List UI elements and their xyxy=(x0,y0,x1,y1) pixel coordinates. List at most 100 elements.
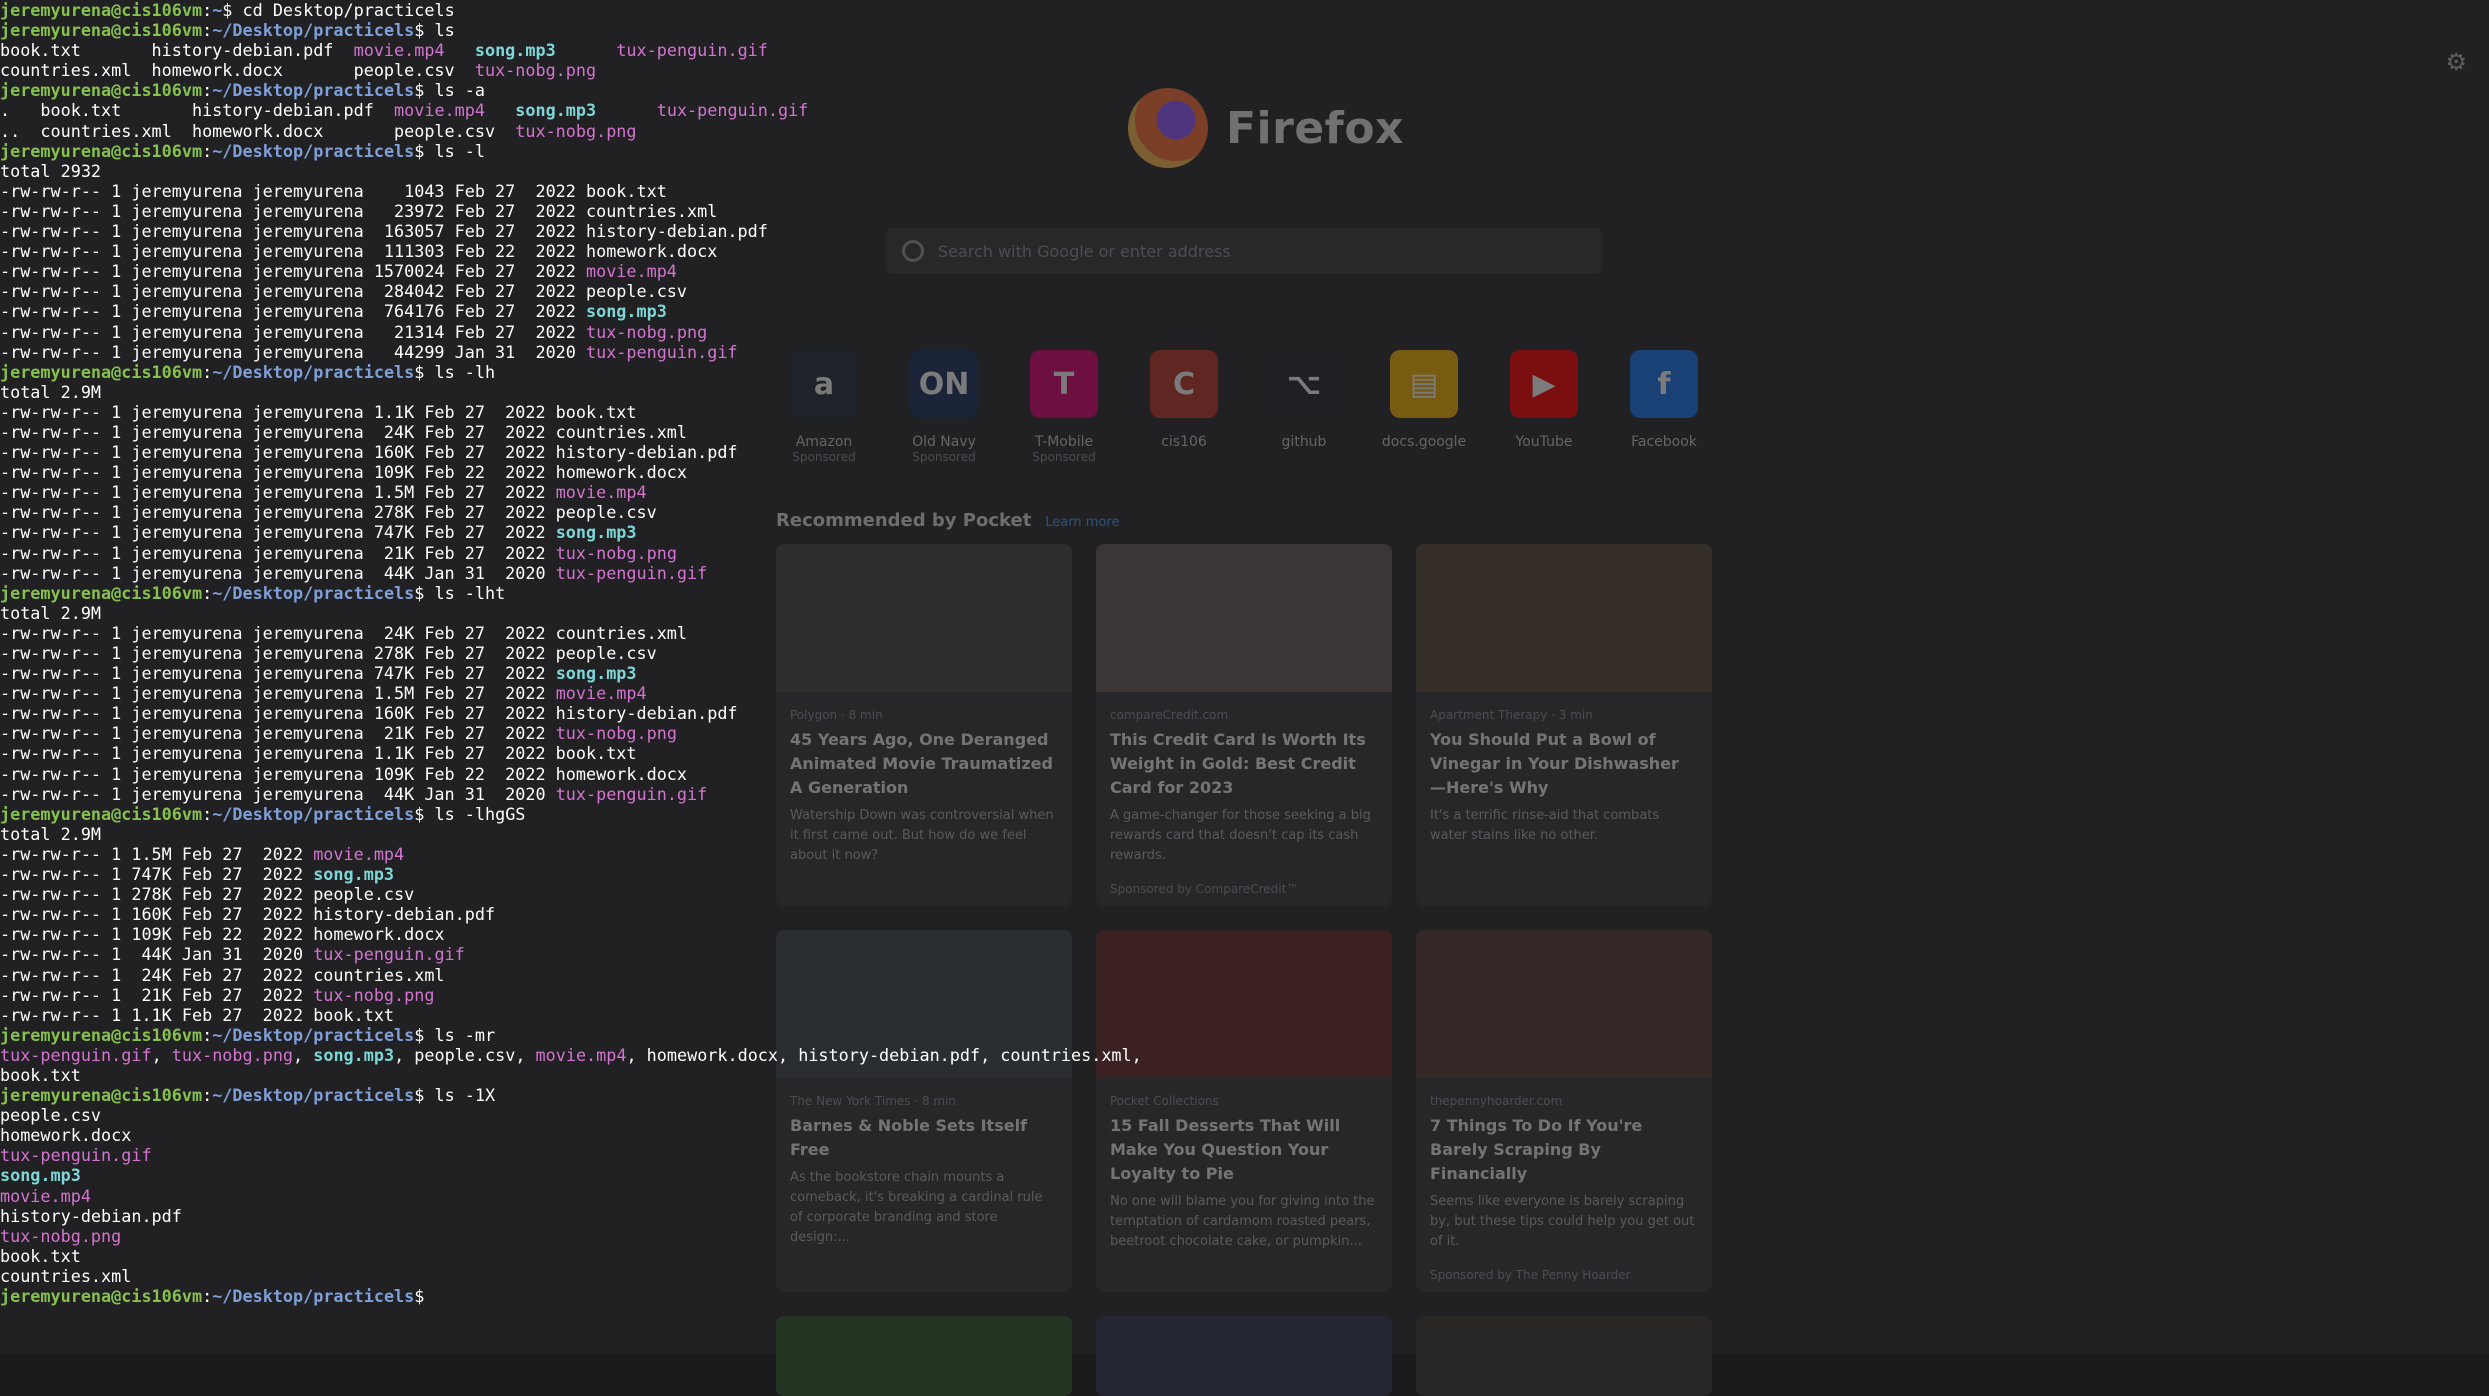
output-text: -rw-rw-r-- 1 jeremyurena jeremyurena 24K… xyxy=(0,421,688,442)
prompt-user-host: jeremyurena@cis106vm xyxy=(0,1085,203,1106)
file-name: tux-nobg.png xyxy=(515,120,637,141)
output-text: -rw-rw-r-- 1 jeremyurena jeremyurena 442… xyxy=(0,341,586,362)
file-name: tux-nobg.png xyxy=(555,723,677,744)
file-name: song.mp3 xyxy=(474,40,556,61)
output-line: tux-penguin.gif, tux-nobg.png, song.mp3,… xyxy=(0,1045,2489,1065)
output-line: -rw-rw-r-- 1 1.1K Feb 27 2022 book.txt xyxy=(0,1005,2489,1025)
command-text: ls -lht xyxy=(434,582,506,603)
prompt-dollar: $ xyxy=(414,582,435,603)
output-line: -rw-rw-r-- 1 jeremyurena jeremyurena 163… xyxy=(0,221,2489,241)
output-text: -rw-rw-r-- 1 jeremyurena jeremyurena 747… xyxy=(0,663,556,684)
file-name: song.mp3 xyxy=(515,100,597,121)
output-line: -rw-rw-r-- 1 jeremyurena jeremyurena 764… xyxy=(0,301,2489,321)
output-text: total 2.9M xyxy=(0,381,102,402)
prompt-colon: : xyxy=(202,140,213,161)
output-text: -rw-rw-r-- 1 jeremyurena jeremyurena 104… xyxy=(0,180,667,201)
prompt-colon: : xyxy=(202,361,213,382)
output-line: -rw-rw-r-- 1 jeremyurena jeremyurena 104… xyxy=(0,181,2489,201)
output-text: -rw-rw-r-- 1 1.5M Feb 27 2022 xyxy=(0,843,314,864)
file-name: song.mp3 xyxy=(313,864,395,885)
output-line: -rw-rw-r-- 1 jeremyurena jeremyurena 157… xyxy=(0,261,2489,281)
file-name: tux-penguin.gif xyxy=(616,40,768,61)
prompt-user-host: jeremyurena@cis106vm xyxy=(0,803,203,824)
prompt-dollar: $ xyxy=(414,140,435,161)
prompt-user-host: jeremyurena@cis106vm xyxy=(0,582,203,603)
output-text: book.txt history-debian.pdf xyxy=(0,40,354,61)
file-name: movie.mp4 xyxy=(313,843,405,864)
prompt-user-host: jeremyurena@cis106vm xyxy=(0,80,203,101)
prompt-colon: : xyxy=(202,1024,213,1045)
output-line: -rw-rw-r-- 1 jeremyurena jeremyurena 44K… xyxy=(0,784,2489,804)
terminal-window[interactable]: jeremyurena@cis106vm:~$ cd Desktop/pract… xyxy=(0,0,2489,1354)
file-name: movie.mp4 xyxy=(394,100,485,121)
output-line: song.mp3 xyxy=(0,1165,2489,1185)
prompt-dollar: $ xyxy=(222,0,243,20)
output-line: -rw-rw-r-- 1 jeremyurena jeremyurena 1.1… xyxy=(0,402,2489,422)
output-text: -rw-rw-r-- 1 747K Feb 27 2022 xyxy=(0,864,314,885)
output-line: people.csv xyxy=(0,1105,2489,1125)
output-text: -rw-rw-r-- 1 jeremyurena jeremyurena 109… xyxy=(0,462,688,483)
output-line: book.txt xyxy=(0,1065,2489,1085)
prompt-dollar: $ xyxy=(414,1024,435,1045)
file-name: movie.mp4 xyxy=(535,1044,627,1065)
output-line: -rw-rw-r-- 1 109K Feb 22 2022 homework.d… xyxy=(0,924,2489,944)
command-text: ls -1X xyxy=(434,1085,496,1106)
prompt-line: jeremyurena@cis106vm:~/Desktop/practicel… xyxy=(0,362,2489,382)
prompt-line: jeremyurena@cis106vm:~/Desktop/practicel… xyxy=(0,583,2489,603)
prompt-dollar: $ xyxy=(414,803,435,824)
output-line: -rw-rw-r-- 1 21K Feb 27 2022 tux-nobg.pn… xyxy=(0,985,2489,1005)
output-text: -rw-rw-r-- 1 jeremyurena jeremyurena 44K… xyxy=(0,783,556,804)
output-text: total 2.9M xyxy=(0,602,102,623)
output-text: -rw-rw-r-- 1 1.1K Feb 27 2022 book.txt xyxy=(0,1004,395,1025)
file-name: song.mp3 xyxy=(555,663,637,684)
file-name: song.mp3 xyxy=(313,1044,395,1065)
file-name: tux-penguin.gif xyxy=(555,783,708,804)
output-line: .. countries.xml homework.docx people.cs… xyxy=(0,121,2489,141)
output-text: homework.docx xyxy=(0,1125,132,1146)
prompt-line: jeremyurena@cis106vm:~/Desktop/practicel… xyxy=(0,1286,2489,1306)
file-name: tux-nobg.png xyxy=(555,542,677,563)
prompt-path: ~/Desktop/practicels xyxy=(212,1085,415,1106)
output-text: , xyxy=(293,1044,314,1065)
command-text: ls -a xyxy=(434,80,486,101)
prompt-colon: : xyxy=(202,20,213,41)
prompt-path: ~/Desktop/practicels xyxy=(212,80,415,101)
output-text: -rw-rw-r-- 1 jeremyurena jeremyurena 213… xyxy=(0,321,586,342)
file-name: tux-penguin.gif xyxy=(313,944,465,965)
output-text: -rw-rw-r-- 1 109K Feb 22 2022 homework.d… xyxy=(0,924,445,945)
output-line: homework.docx xyxy=(0,1125,2489,1145)
output-text: . book.txt history-debian.pdf xyxy=(0,100,395,121)
output-line: -rw-rw-r-- 1 jeremyurena jeremyurena 109… xyxy=(0,764,2489,784)
prompt-user-host: jeremyurena@cis106vm xyxy=(0,1286,203,1306)
output-text: people.csv xyxy=(0,1105,102,1126)
output-line: -rw-rw-r-- 1 278K Feb 27 2022 people.csv xyxy=(0,884,2489,904)
output-text: -rw-rw-r-- 1 jeremyurena jeremyurena 1.1… xyxy=(0,743,637,764)
output-text: -rw-rw-r-- 1 jeremyurena jeremyurena 160… xyxy=(0,442,738,463)
prompt-dollar: $ xyxy=(414,361,435,382)
output-line: -rw-rw-r-- 1 44K Jan 31 2020 tux-penguin… xyxy=(0,944,2489,964)
output-line: total 2.9M xyxy=(0,603,2489,623)
prompt-colon: : xyxy=(202,0,213,20)
command-text: ls -mr xyxy=(434,1024,496,1045)
prompt-dollar: $ xyxy=(414,1286,435,1306)
output-line: -rw-rw-r-- 1 jeremyurena jeremyurena 160… xyxy=(0,703,2489,723)
output-text: -rw-rw-r-- 1 44K Jan 31 2020 xyxy=(0,944,314,965)
file-name: tux-nobg.png xyxy=(474,60,597,81)
output-line: -rw-rw-r-- 1 24K Feb 27 2022 countries.x… xyxy=(0,965,2489,985)
prompt-dollar: $ xyxy=(414,20,435,41)
prompt-line: jeremyurena@cis106vm:~/Desktop/practicel… xyxy=(0,141,2489,161)
output-text: -rw-rw-r-- 1 jeremyurena jeremyurena 1.5… xyxy=(0,683,556,704)
output-text: -rw-rw-r-- 1 jeremyurena jeremyurena 109… xyxy=(0,763,688,784)
output-line: -rw-rw-r-- 1 jeremyurena jeremyurena 24K… xyxy=(0,623,2489,643)
output-line: -rw-rw-r-- 1 1.5M Feb 27 2022 movie.mp4 xyxy=(0,844,2489,864)
prompt-user-host: jeremyurena@cis106vm xyxy=(0,0,203,20)
prompt-colon: : xyxy=(202,803,213,824)
prompt-line: jeremyurena@cis106vm:~/Desktop/practicel… xyxy=(0,1025,2489,1045)
output-text: -rw-rw-r-- 1 jeremyurena jeremyurena 24K… xyxy=(0,622,688,643)
output-line: -rw-rw-r-- 1 jeremyurena jeremyurena 1.1… xyxy=(0,743,2489,763)
output-line: total 2932 xyxy=(0,161,2489,181)
output-line: book.txt xyxy=(0,1246,2489,1266)
file-name: movie.mp4 xyxy=(0,1185,91,1206)
